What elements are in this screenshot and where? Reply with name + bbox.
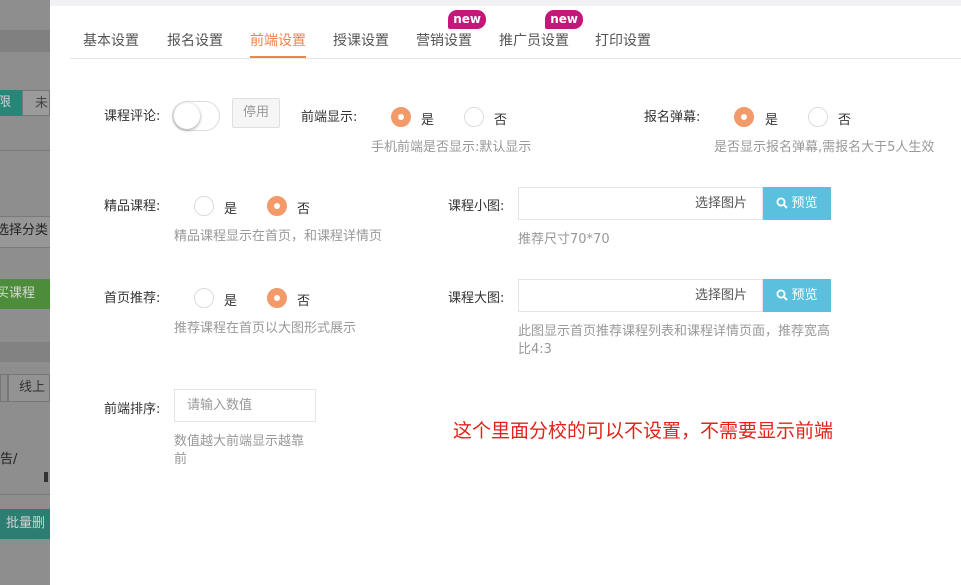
bg-divider bbox=[0, 150, 50, 151]
small-image-input[interactable] bbox=[518, 187, 681, 220]
bg-online-filter: 线上 bbox=[8, 374, 50, 402]
barrage-label: 报名弹幕: bbox=[644, 110, 701, 125]
barrage-yes-text: 是 bbox=[765, 113, 779, 128]
featured-no-text: 否 bbox=[297, 202, 311, 217]
frontend-display-hint: 手机前端是否显示:默认显示 bbox=[371, 140, 532, 155]
frontend-display-yes-text: 是 bbox=[421, 113, 435, 128]
tab-marketing-settings[interactable]: 营销设置 new bbox=[416, 10, 486, 58]
large-image-preview-button[interactable]: 预览 bbox=[763, 279, 831, 312]
homepage-rec-hint: 推荐课程在首页以大图形式展示 bbox=[174, 321, 357, 336]
barrage-no-text: 否 bbox=[838, 113, 852, 128]
featured-yes-text: 是 bbox=[224, 202, 238, 217]
sort-input[interactable] bbox=[174, 389, 316, 422]
small-image-label: 课程小图: bbox=[448, 199, 505, 214]
toggle-knob bbox=[174, 103, 200, 129]
tab-frontend-settings[interactable]: 前端设置 bbox=[250, 30, 306, 58]
new-badge: new bbox=[448, 10, 486, 29]
large-image-hint-line2: 比4:3 bbox=[518, 342, 552, 357]
background-page: 限 未 选择分类 买课程 线上 告/ 批量删 bbox=[0, 0, 50, 585]
annotation-note: 这个里面分校的可以不设置，不需要显示前端 bbox=[453, 420, 834, 442]
sort-hint-line1: 数值越大前端显示越靠 bbox=[174, 434, 305, 449]
bg-filter-box bbox=[0, 374, 8, 402]
frontend-display-label: 前端显示: bbox=[301, 110, 358, 125]
barrage-no-radio[interactable] bbox=[808, 107, 828, 127]
bg-bulk-delete-button: 批量删 bbox=[0, 509, 50, 539]
sort-hint-line2: 前 bbox=[174, 452, 188, 467]
bg-row-mark bbox=[44, 472, 48, 482]
small-image-preview-button[interactable]: 预览 bbox=[763, 187, 831, 220]
tab-print-settings[interactable]: 打印设置 bbox=[595, 30, 651, 58]
homepage-rec-label: 首页推荐: bbox=[104, 291, 161, 306]
tab-promoter-settings[interactable]: 推广员设置 new bbox=[499, 10, 583, 58]
barrage-yes-radio[interactable] bbox=[734, 107, 754, 127]
barrage-hint: 是否显示报名弹幕,需报名大于5人生效 bbox=[714, 140, 935, 155]
featured-hint: 精品课程显示在首页，和课程详情页 bbox=[174, 229, 383, 244]
large-image-input[interactable] bbox=[518, 279, 681, 312]
settings-tabs: 基本设置 报名设置 前端设置 授课设置 营销设置 new 推广员设置 new 打印设… bbox=[70, 0, 961, 59]
homepage-rec-no-text: 否 bbox=[297, 294, 311, 309]
preview-label: 预览 bbox=[791, 196, 818, 211]
sort-label: 前端排序: bbox=[104, 402, 161, 417]
search-icon bbox=[776, 289, 789, 301]
tab-basic-settings[interactable]: 基本设置 bbox=[83, 30, 139, 58]
frontend-display-no-radio[interactable] bbox=[464, 107, 484, 127]
bg-table-header bbox=[0, 342, 50, 362]
large-image-hint-line1: 此图显示首页推荐课程列表和课程详情页面，推荐宽高 bbox=[518, 324, 831, 339]
large-image-label: 课程大图: bbox=[448, 291, 505, 306]
bg-tab-inactive: 未 bbox=[22, 90, 50, 116]
homepage-rec-yes-radio[interactable] bbox=[194, 288, 214, 308]
small-image-hint: 推荐尺寸70*70 bbox=[518, 232, 610, 247]
bg-tab-active: 限 bbox=[0, 90, 22, 116]
bg-header-strip bbox=[0, 30, 50, 52]
homepage-rec-no-radio[interactable] bbox=[267, 288, 287, 308]
bg-select-category: 选择分类 bbox=[0, 216, 50, 248]
small-image-select-button[interactable]: 选择图片 bbox=[680, 187, 763, 220]
comment-label: 课程评论: bbox=[104, 109, 161, 124]
comment-state-badge: 停用 bbox=[232, 98, 280, 128]
new-badge: new bbox=[545, 10, 583, 29]
featured-label: 精品课程: bbox=[104, 199, 161, 214]
featured-no-radio[interactable] bbox=[267, 196, 287, 216]
homepage-rec-yes-text: 是 bbox=[224, 294, 238, 309]
comment-toggle[interactable] bbox=[172, 101, 220, 131]
featured-yes-radio[interactable] bbox=[194, 196, 214, 216]
large-image-select-button[interactable]: 选择图片 bbox=[680, 279, 763, 312]
tab-teaching-settings[interactable]: 授课设置 bbox=[333, 30, 389, 58]
course-settings-modal: 基本设置 报名设置 前端设置 授课设置 营销设置 new 推广员设置 new 打印设… bbox=[50, 0, 961, 585]
frontend-display-no-text: 否 bbox=[494, 113, 508, 128]
preview-label: 预览 bbox=[791, 288, 818, 303]
tab-enroll-settings[interactable]: 报名设置 bbox=[167, 30, 223, 58]
bg-row-text: 告/ bbox=[0, 452, 18, 467]
frontend-display-yes-radio[interactable] bbox=[391, 107, 411, 127]
bg-divider-2 bbox=[0, 494, 50, 495]
search-icon bbox=[776, 197, 789, 209]
bg-buy-course-button: 买课程 bbox=[0, 279, 50, 309]
